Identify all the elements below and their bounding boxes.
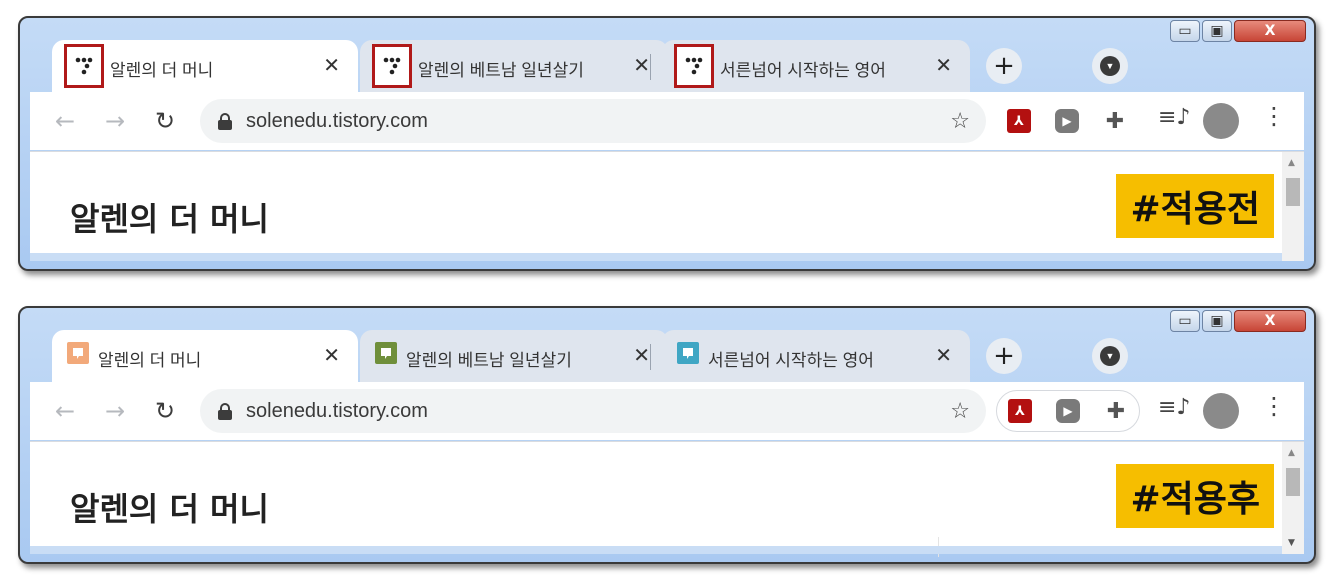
extensions-group: ⅄ ▶ ✚ [996, 100, 1138, 142]
tab-allen-vietnam[interactable]: 알렌의 베트남 일년살기 ✕ [360, 40, 668, 92]
new-tab-button[interactable]: + [986, 48, 1022, 84]
browser-window-before: ▭ ▣ X 알렌의 더 머니 ✕ 알렌의 베트남 일년살기 ✕ 서른넘어 시작하… [18, 16, 1316, 271]
close-icon[interactable]: ✕ [323, 343, 340, 367]
lock-icon[interactable] [218, 113, 232, 130]
tab-title: 서른넘어 시작하는 영어 [720, 61, 886, 80]
back-button[interactable]: ← [48, 104, 82, 138]
tab-title: 알렌의 더 머니 [110, 61, 214, 80]
close-icon[interactable]: ✕ [323, 53, 340, 77]
play-extension-icon[interactable]: ▶ [1052, 106, 1082, 136]
speech-bubble-icon [674, 339, 702, 367]
toolbar: ← → ↻ solenedu.tistory.com ☆ ⅄ ▶ ✚ ≡♪ ⋮ [30, 92, 1304, 150]
pdf-extension-icon[interactable]: ⅄ [1005, 396, 1035, 426]
scroll-up-icon[interactable]: ▲ [1288, 448, 1295, 458]
window-close-button[interactable]: X [1234, 20, 1306, 42]
status-badge: #적용후 [1116, 464, 1274, 528]
menu-icon[interactable]: ⋮ [1262, 392, 1286, 420]
close-icon[interactable]: ✕ [633, 343, 650, 367]
url-text[interactable]: solenedu.tistory.com [246, 110, 428, 133]
close-icon[interactable]: ✕ [935, 53, 952, 77]
address-bar[interactable]: solenedu.tistory.com ☆ [200, 389, 986, 433]
reload-button[interactable]: ↻ [148, 104, 182, 138]
scroll-down-icon[interactable]: ▼ [1288, 538, 1295, 548]
tab-title: 알렌의 베트남 일년살기 [406, 351, 572, 370]
close-icon[interactable]: ✕ [633, 53, 650, 77]
status-badge: #적용전 [1116, 174, 1274, 238]
pdf-extension-icon[interactable]: ⅄ [1004, 106, 1034, 136]
forward-button[interactable]: → [98, 394, 132, 428]
scrollbar[interactable]: ▲ [1282, 152, 1304, 261]
tab-title: 알렌의 베트남 일년살기 [418, 61, 584, 80]
reload-button[interactable]: ↻ [148, 394, 182, 428]
window-close-button[interactable]: X [1234, 310, 1306, 332]
media-queue-icon[interactable]: ≡♪ [1158, 395, 1190, 420]
page-bottom-edge [30, 253, 1282, 261]
speech-bubble-icon [64, 339, 92, 367]
tab-strip: 알렌의 더 머니 ✕ 알렌의 베트남 일년살기 ✕ 서른넘어 시작하는 영어 ✕… [40, 330, 1314, 382]
page-title[interactable]: 알렌의 더 머니 [70, 194, 269, 240]
menu-icon[interactable]: ⋮ [1262, 102, 1286, 130]
page-content: 알렌의 더 머니 #적용전 ▲ [30, 151, 1304, 261]
chevron-down-icon: ▼ [1100, 56, 1120, 76]
page-bottom-edge [30, 546, 1282, 554]
tistory-dots-icon [64, 44, 104, 88]
tab-title: 서른넘어 시작하는 영어 [708, 351, 874, 370]
speech-bubble-icon [372, 339, 400, 367]
page-title[interactable]: 알렌의 더 머니 [70, 484, 269, 530]
maximize-button[interactable]: ▣ [1202, 310, 1232, 332]
browser-window-after: ▭ ▣ X 알렌의 더 머니 ✕ 알렌의 베트남 일년살기 ✕ 서른넘어 시작하… [18, 306, 1316, 564]
forward-button[interactable]: → [98, 104, 132, 138]
chevron-down-icon: ▼ [1100, 346, 1120, 366]
tab-search-button[interactable]: ▼ [1092, 338, 1128, 374]
address-bar[interactable]: solenedu.tistory.com ☆ [200, 99, 986, 143]
tab-title: 알렌의 더 머니 [98, 351, 202, 370]
tab-allen-vietnam[interactable]: 알렌의 베트남 일년살기 ✕ [360, 330, 668, 382]
tab-search-button[interactable]: ▼ [1092, 48, 1128, 84]
play-extension-icon[interactable]: ▶ [1053, 396, 1083, 426]
tab-separator [650, 344, 651, 370]
puzzle-icon[interactable]: ✚ [1100, 106, 1130, 136]
avatar[interactable] [1203, 103, 1239, 139]
url-text[interactable]: solenedu.tistory.com [246, 400, 428, 423]
window-controls: ▭ ▣ X [1170, 20, 1306, 42]
tab-thirty-english[interactable]: 서른넘어 시작하는 영어 ✕ [662, 330, 970, 382]
maximize-button[interactable]: ▣ [1202, 20, 1232, 42]
star-icon[interactable]: ☆ [950, 109, 970, 134]
puzzle-icon[interactable]: ✚ [1101, 396, 1131, 426]
tab-allen-the-money[interactable]: 알렌의 더 머니 ✕ [52, 40, 358, 92]
scroll-up-icon[interactable]: ▲ [1288, 158, 1295, 168]
scroll-thumb[interactable] [1286, 468, 1300, 496]
tistory-dots-icon [372, 44, 412, 88]
tab-strip: 알렌의 더 머니 ✕ 알렌의 베트남 일년살기 ✕ 서른넘어 시작하는 영어 ✕… [40, 40, 1314, 92]
tab-allen-the-money[interactable]: 알렌의 더 머니 ✕ [52, 330, 358, 382]
tab-separator [650, 54, 651, 80]
tistory-dots-icon [674, 44, 714, 88]
avatar[interactable] [1203, 393, 1239, 429]
minimize-button[interactable]: ▭ [1170, 20, 1200, 42]
star-icon[interactable]: ☆ [950, 399, 970, 424]
page-content: 알렌의 더 머니 #적용후 ▲ ▼ [30, 441, 1304, 557]
window-controls: ▭ ▣ X [1170, 310, 1306, 332]
media-queue-icon[interactable]: ≡♪ [1158, 105, 1190, 130]
scroll-thumb[interactable] [1286, 178, 1300, 206]
close-icon[interactable]: ✕ [935, 343, 952, 367]
extensions-group: ⅄ ▶ ✚ [996, 390, 1140, 432]
scrollbar[interactable]: ▲ ▼ [1282, 442, 1304, 554]
lock-icon[interactable] [218, 403, 232, 420]
new-tab-button[interactable]: + [986, 338, 1022, 374]
back-button[interactable]: ← [48, 394, 82, 428]
tab-thirty-english[interactable]: 서른넘어 시작하는 영어 ✕ [662, 40, 970, 92]
toolbar: ← → ↻ solenedu.tistory.com ☆ ⅄ ▶ ✚ ≡♪ ⋮ [30, 382, 1304, 440]
minimize-button[interactable]: ▭ [1170, 310, 1200, 332]
